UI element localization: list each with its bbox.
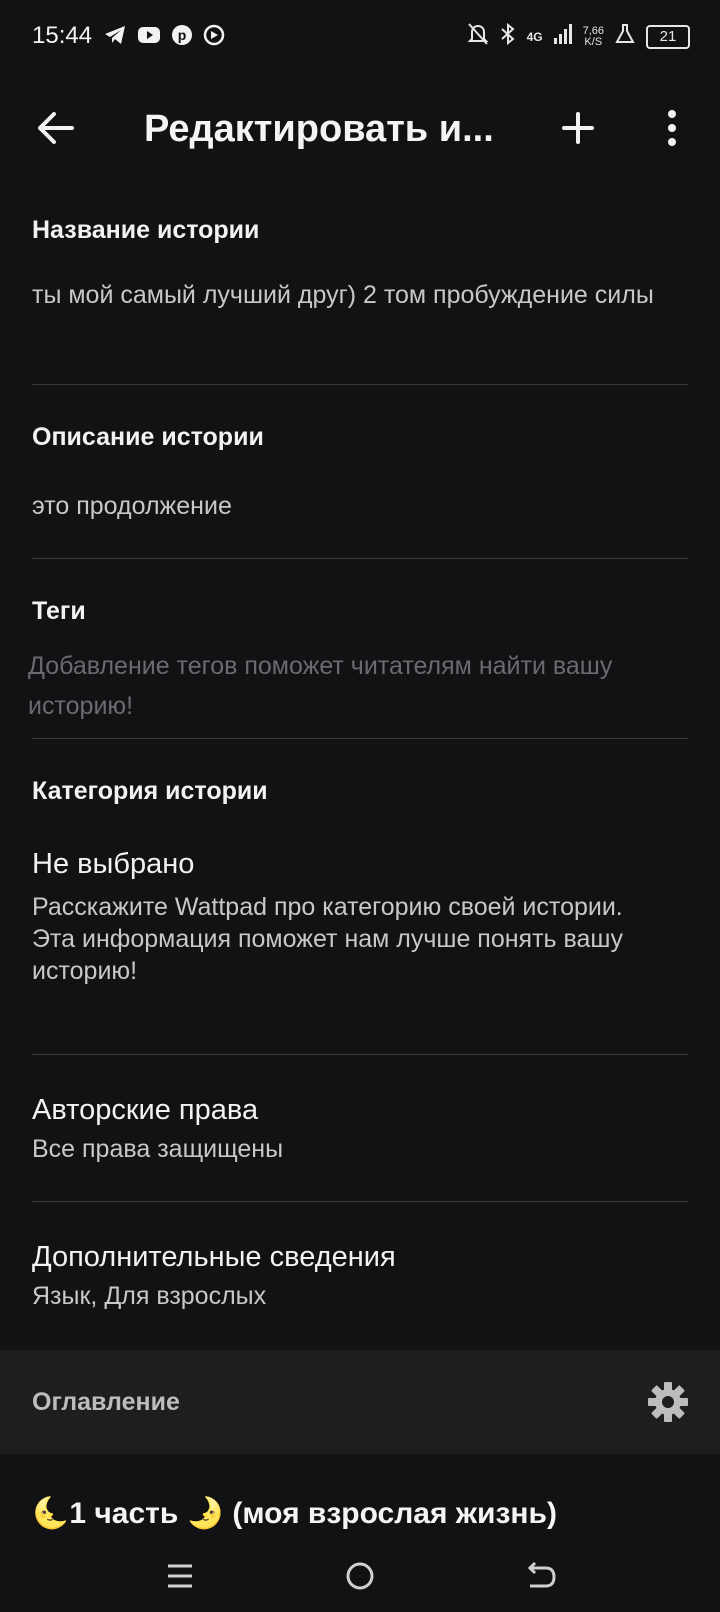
more-vertical-icon <box>668 110 676 146</box>
flask-icon <box>614 23 636 50</box>
back-button[interactable] <box>30 102 82 154</box>
tags-input[interactable]: Добавление тегов поможет читателям найти… <box>28 646 668 726</box>
arrow-left-icon <box>38 112 74 144</box>
divider <box>32 1054 688 1055</box>
story-title-value[interactable]: ты мой самый лучший друг) 2 том пробужде… <box>32 279 688 312</box>
tags-label: Теги <box>32 597 86 625</box>
story-description-label: Описание истории <box>32 423 264 451</box>
category-selector[interactable]: Не выбрано Расскажите Wattpad про катего… <box>32 848 688 987</box>
moon-emoji-before: 🌜 <box>32 1497 70 1530</box>
system-nav-bar <box>0 1540 720 1612</box>
part-subtitle: (моя взрослая жизнь) <box>232 1497 557 1530</box>
category-value: Не выбрано <box>32 848 195 880</box>
page-title: Редактировать и... <box>144 108 494 150</box>
toc-settings-button[interactable] <box>646 1380 690 1424</box>
add-part-button[interactable] <box>552 102 604 154</box>
media-icon <box>203 24 225 51</box>
copyright-value: Все права защищены <box>32 1135 284 1163</box>
system-icons: 4G 7,66 K/S 21 <box>467 22 690 51</box>
menu-icon <box>168 1564 192 1588</box>
toc-header: Оглавление <box>0 1350 720 1454</box>
telegram-icon <box>103 24 127 51</box>
back-icon <box>527 1561 556 1588</box>
category-hint-2: Эта информация поможет нам лучше понять … <box>32 925 623 985</box>
story-title-label: Название истории <box>32 216 260 244</box>
story-title-section[interactable]: Название истории ты мой самый лучший дру… <box>32 216 688 312</box>
plus-icon <box>562 112 594 144</box>
divider <box>32 384 688 385</box>
home-icon <box>346 1562 374 1590</box>
bluetooth-icon <box>499 22 517 51</box>
tags-placeholder: Добавление тегов поможет читателям найти… <box>28 652 613 720</box>
copyright-label: Авторские права <box>32 1094 259 1126</box>
more-options-button[interactable] <box>646 102 698 154</box>
youtube-icon <box>137 24 161 51</box>
home-button[interactable] <box>336 1552 384 1600</box>
network-type: 4G <box>526 29 543 44</box>
recent-apps-button[interactable] <box>156 1552 204 1600</box>
pinterest-icon: p <box>171 24 193 51</box>
category-hint-1: Расскажите Wattpad про категорию своей и… <box>32 893 623 921</box>
system-back-button[interactable] <box>516 1552 564 1600</box>
part-title: 1 часть <box>69 1497 179 1530</box>
additional-info-label: Дополнительные сведения <box>32 1241 396 1273</box>
speed-unit: K/S <box>584 35 603 48</box>
network-speed: 7,66 K/S <box>583 25 604 48</box>
divider <box>32 1201 688 1202</box>
divider <box>32 738 688 739</box>
signal-icon <box>553 24 573 49</box>
toc-label: Оглавление <box>32 1388 180 1416</box>
gear-icon <box>648 1382 688 1422</box>
battery-indicator: 21 <box>646 24 690 49</box>
svg-text:p: p <box>178 27 187 43</box>
notification-icons: p <box>103 24 225 51</box>
moon-emoji-after: 🌛 <box>186 1497 225 1530</box>
status-bar: 15:44 p 4G 7,66 K/S 21 <box>0 0 720 72</box>
part-item[interactable]: 🌜1 часть 🌛 (моя взрослая жизнь) <box>32 1496 557 1531</box>
app-bar: Редактировать и... <box>0 72 720 188</box>
copyright-row[interactable]: Авторские права Все права защищены <box>32 1094 688 1165</box>
category-label-section: Категория истории <box>32 777 688 806</box>
additional-info-row[interactable]: Дополнительные сведения Язык, Для взросл… <box>32 1241 688 1312</box>
story-description-value[interactable]: это продолжение <box>32 490 688 523</box>
status-time: 15:44 <box>32 22 93 49</box>
category-label: Категория истории <box>32 777 268 805</box>
divider <box>32 558 688 559</box>
story-description-section[interactable]: Описание истории это продолжение <box>32 423 688 523</box>
tags-section[interactable]: Теги <box>32 597 688 626</box>
bell-off-icon <box>467 22 489 51</box>
additional-info-value: Язык, Для взрослых <box>32 1282 267 1310</box>
